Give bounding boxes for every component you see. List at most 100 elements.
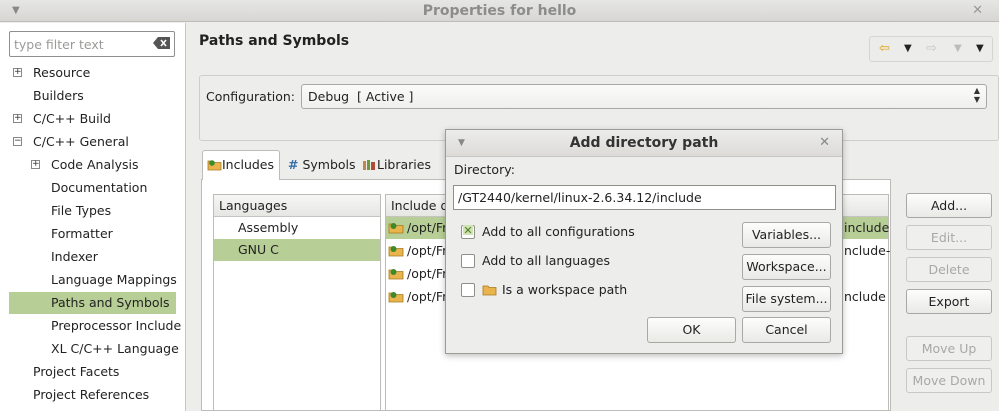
cancel-button[interactable]: Cancel: [742, 317, 831, 343]
tab-libraries[interactable]: Libraries: [358, 152, 431, 178]
tree-item-label: File Types: [51, 203, 112, 218]
add-button[interactable]: Add...: [906, 193, 992, 218]
view-menu-icon[interactable]: ▼: [976, 43, 984, 54]
tab-label: Libraries: [377, 157, 431, 172]
tree-item-documentation[interactable]: Documentation: [0, 177, 185, 199]
expand-icon[interactable]: +: [13, 114, 22, 123]
variables-button[interactable]: Variables...: [742, 222, 831, 248]
tree-item-xl-cpp-language[interactable]: XL C/C++ Language: [0, 338, 185, 360]
edit-button[interactable]: Edit...: [906, 225, 992, 250]
tree-item-label: Code Analysis: [51, 157, 139, 172]
include-folder-icon: [388, 223, 404, 234]
include-path-tail: nclude: [844, 289, 886, 304]
tree-item-label: Project References: [33, 387, 150, 402]
tree-item-label: Preprocessor Include: [51, 318, 182, 333]
delete-button[interactable]: Delete: [906, 257, 992, 282]
filter-box: [9, 31, 175, 57]
window-titlebar: ▼ Properties for hello ✕: [0, 0, 999, 22]
window-title: Properties for hello: [422, 3, 577, 19]
tree-item-label: XL C/C++ Language: [51, 341, 179, 356]
tree-item-formatter[interactable]: Formatter: [0, 223, 185, 245]
hash-icon: #: [288, 157, 299, 172]
include-path: /opt/Fr: [407, 243, 448, 258]
configuration-label: Configuration:: [206, 89, 295, 104]
tab-label: Symbols: [302, 157, 356, 172]
include-path-tail: include: [844, 220, 890, 235]
tree-item-language-mappings[interactable]: Language Mappings: [0, 269, 185, 291]
tab-label: Includes: [222, 157, 275, 172]
tree-item-paths-and-symbols[interactable]: Paths and Symbols: [9, 292, 176, 314]
checkbox-label: Add to all configurations: [482, 224, 635, 239]
forward-menu-icon[interactable]: ▼: [954, 43, 962, 54]
history-toolbar: ⇦ ▼ ⇨ ▼ ▼: [869, 36, 993, 62]
page-title: Paths and Symbols: [199, 33, 350, 49]
directory-input[interactable]: [453, 185, 836, 210]
expand-icon[interactable]: +: [13, 68, 22, 77]
back-arrow-icon[interactable]: ⇦: [879, 41, 890, 56]
expand-icon[interactable]: +: [31, 160, 40, 169]
dialog-title: Add directory path: [569, 135, 719, 151]
tree-item-label: Resource: [33, 65, 91, 80]
include-path: /opt/Fr: [407, 266, 448, 281]
file-system-button[interactable]: File system...: [742, 286, 831, 312]
add-to-all-languages-checkbox[interactable]: [461, 254, 475, 268]
tab-includes[interactable]: Includes: [202, 150, 280, 180]
tree-item-resource[interactable]: + Resource: [0, 62, 185, 84]
tab-symbols[interactable]: # Symbols: [284, 152, 356, 178]
tree-item-label: C/C++ General: [33, 134, 129, 149]
tree-item-cpp-general[interactable]: − C/C++ General: [0, 131, 185, 153]
include-folder-icon: [388, 292, 404, 303]
tree-item-cpp-build[interactable]: + C/C++ Build: [0, 108, 185, 130]
include-folder-icon: [388, 246, 404, 257]
tree-item-label: Builders: [33, 88, 84, 103]
languages-list: Languages Assembly GNU C: [213, 194, 381, 411]
language-item-assembly[interactable]: Assembly: [214, 217, 380, 239]
spin-arrows-icon: ▲ ▼: [973, 86, 980, 104]
tree-item-label: Formatter: [51, 226, 113, 241]
tree-item-label: Language Mappings: [51, 272, 177, 287]
includes-folder-icon: [207, 160, 222, 171]
tree-item-label: Indexer: [51, 249, 98, 264]
tree-item-builders[interactable]: Builders: [0, 85, 185, 107]
forward-arrow-icon[interactable]: ⇨: [926, 41, 937, 56]
include-path-tail: nclude-: [844, 243, 891, 258]
preferences-tree-panel: + Resource Builders + C/C++ Build − C/C+…: [0, 23, 186, 411]
export-button[interactable]: Export: [906, 289, 992, 314]
checkbox-label: Is a workspace path: [502, 282, 628, 297]
move-up-button[interactable]: Move Up: [906, 336, 992, 361]
filter-input[interactable]: [14, 33, 144, 55]
add-to-all-configurations-checkbox[interactable]: [461, 225, 475, 239]
directory-label: Directory:: [454, 162, 515, 177]
move-down-button[interactable]: Move Down: [906, 368, 992, 393]
tree-item-label: Project Facets: [33, 364, 120, 379]
libraries-icon: [363, 160, 375, 170]
languages-header: Languages: [214, 195, 380, 217]
tree-item-label: Paths and Symbols: [51, 295, 170, 310]
language-item-gnu-c[interactable]: GNU C: [214, 239, 380, 261]
dialog-close-icon[interactable]: ✕: [819, 135, 830, 150]
tree-item-project-facets[interactable]: Project Facets: [0, 361, 185, 383]
clear-filter-icon[interactable]: [153, 36, 171, 50]
tree-item-label: C/C++ Build: [33, 111, 111, 126]
checkbox-label: Add to all languages: [482, 253, 610, 268]
include-folder-icon: [388, 269, 404, 280]
configuration-value: Debug [ Active ]: [308, 89, 414, 104]
ok-button[interactable]: OK: [647, 317, 736, 343]
workspace-button[interactable]: Workspace...: [742, 254, 831, 280]
language-label: GNU C: [238, 242, 279, 257]
tree-item-preprocessor-include[interactable]: Preprocessor Include: [0, 315, 185, 337]
dialog-titlebar: ▼ Add directory path ✕: [446, 130, 842, 157]
tree-item-file-types[interactable]: File Types: [0, 200, 185, 222]
tree-item-indexer[interactable]: Indexer: [0, 246, 185, 268]
add-directory-dialog: ▼ Add directory path ✕ Directory: Add to…: [445, 129, 843, 354]
is-workspace-path-checkbox[interactable]: [461, 283, 475, 297]
include-path: /opt/Fr: [407, 220, 448, 235]
tree-item-label: Documentation: [51, 180, 148, 195]
tree-item-project-references[interactable]: Project References: [0, 384, 185, 406]
include-path: /opt/Fr: [407, 289, 448, 304]
configuration-select[interactable]: Debug [ Active ] ▲ ▼: [301, 84, 987, 109]
window-close-icon[interactable]: ✕: [972, 3, 983, 18]
back-menu-icon[interactable]: ▼: [904, 43, 912, 54]
collapse-icon[interactable]: −: [13, 137, 22, 146]
tree-item-code-analysis[interactable]: + Code Analysis: [0, 154, 185, 176]
